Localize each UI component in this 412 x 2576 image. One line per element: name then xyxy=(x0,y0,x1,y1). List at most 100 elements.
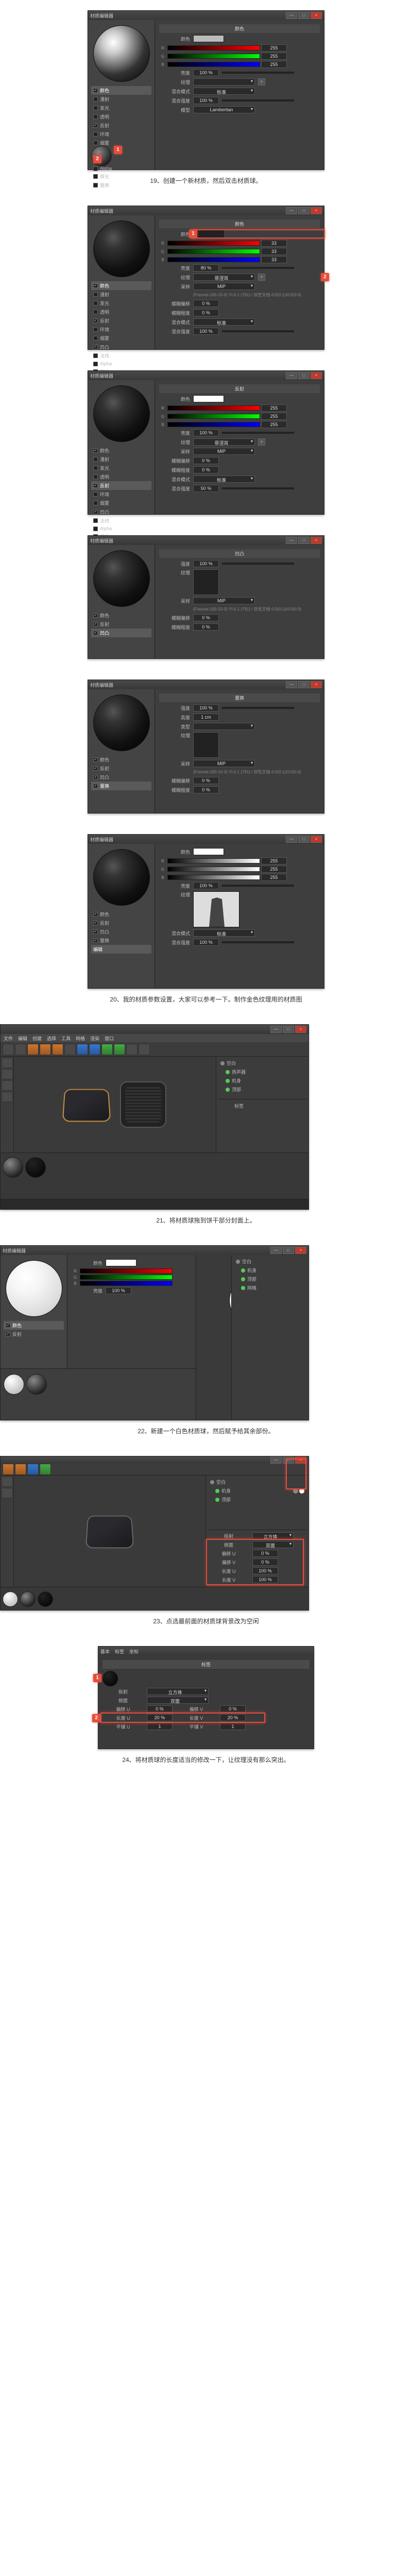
rgb-b-input[interactable]: 33 xyxy=(261,256,287,263)
mixstrength-slider[interactable] xyxy=(222,330,294,332)
hierarchy-null[interactable]: 空白 xyxy=(234,1257,306,1266)
strength-input[interactable]: 100 % xyxy=(193,560,219,567)
tool-spline-icon[interactable] xyxy=(101,1044,113,1055)
menu-render[interactable]: 渲染 xyxy=(90,1035,99,1041)
texture-browse-button[interactable]: > xyxy=(258,438,265,446)
channel-luminance[interactable]: 发光 xyxy=(91,464,151,472)
checkbox-icon[interactable] xyxy=(93,166,98,171)
channel-alpha[interactable]: Alpha xyxy=(91,525,151,532)
checkbox-icon[interactable] xyxy=(93,114,98,119)
color-swatch[interactable] xyxy=(106,1259,136,1266)
menu-mesh[interactable]: 网格 xyxy=(76,1035,85,1041)
rgb-r-slider[interactable] xyxy=(167,45,260,50)
checkbox-icon[interactable] xyxy=(93,501,98,505)
minimize-button[interactable]: — xyxy=(286,372,297,379)
channel-luminance[interactable]: 发光 xyxy=(91,299,151,308)
blurscale-input[interactable]: 0 % xyxy=(193,786,219,793)
close-button[interactable]: × xyxy=(311,537,322,544)
channel-fog[interactable]: 烟雾 xyxy=(91,334,151,343)
mixmode-dropdown[interactable]: 标准 xyxy=(193,318,255,326)
sampling-dropdown[interactable]: MIP xyxy=(193,760,255,767)
hierarchy-top[interactable]: 顶部 xyxy=(218,1085,306,1094)
tilev-input[interactable]: 1 xyxy=(220,1723,246,1730)
rgb-g-slider[interactable] xyxy=(167,54,260,59)
channel-normal[interactable]: 法线 xyxy=(91,351,151,360)
channel-color[interactable]: 颜色 xyxy=(91,281,151,290)
tool-axis-icon[interactable] xyxy=(64,1044,76,1055)
checkbox-icon[interactable] xyxy=(6,1332,10,1336)
viewport-3d[interactable] xyxy=(14,1476,205,1587)
type-dropdown[interactable] xyxy=(193,723,255,730)
channel-diffuse[interactable]: 漫射 xyxy=(91,95,151,104)
minimize-button[interactable]: — xyxy=(286,681,297,688)
mixstrength-slider[interactable] xyxy=(222,487,294,489)
brightness-input[interactable]: 100 % xyxy=(193,882,219,889)
hierarchy-top[interactable]: 顶部 xyxy=(208,1495,306,1504)
menu-window[interactable]: 窗口 xyxy=(105,1035,114,1041)
sampling-dropdown[interactable]: MIP xyxy=(193,448,255,455)
rgb-g-slider[interactable] xyxy=(167,867,260,872)
channel-glow[interactable]: 辉光 xyxy=(91,172,151,181)
checkbox-icon[interactable] xyxy=(93,757,98,762)
channel-diffuse[interactable]: 漫射 xyxy=(91,290,151,299)
checkbox-icon[interactable] xyxy=(93,174,98,179)
checkbox-icon[interactable] xyxy=(93,921,98,925)
mode-model-icon[interactable] xyxy=(2,1058,13,1068)
bluroffset-input[interactable]: 0 % xyxy=(193,777,219,784)
rgb-b-input[interactable]: 255 xyxy=(261,421,287,428)
channel-color[interactable]: 颜色 xyxy=(91,446,151,455)
rgb-r-input[interactable]: 255 xyxy=(261,857,287,865)
tool-spline-icon[interactable] xyxy=(40,1464,51,1475)
maximize-button[interactable]: □ xyxy=(298,207,310,214)
checkbox-icon[interactable] xyxy=(93,301,98,306)
maximize-button[interactable]: □ xyxy=(298,372,310,379)
tool-render-icon[interactable] xyxy=(27,1464,39,1475)
close-button[interactable]: × xyxy=(311,207,322,214)
checkbox-icon[interactable] xyxy=(93,310,98,314)
brightness-slider[interactable] xyxy=(222,72,294,74)
checkbox-icon[interactable] xyxy=(93,327,98,332)
tool-scale-icon[interactable] xyxy=(15,1464,26,1475)
hierarchy-body[interactable]: 机身 xyxy=(218,1076,306,1085)
menu-tools[interactable]: 工具 xyxy=(61,1035,71,1041)
minimize-button[interactable]: — xyxy=(270,1026,282,1033)
channel-reflection[interactable]: 反射 xyxy=(91,121,151,130)
channel-color[interactable]: 颜色 xyxy=(91,611,151,620)
menu-select[interactable]: 选择 xyxy=(47,1035,56,1041)
rgb-b-slider[interactable] xyxy=(167,875,260,880)
texture-browse-button[interactable]: > xyxy=(258,274,265,281)
checkbox-icon[interactable] xyxy=(93,518,98,523)
channel-displacement[interactable]: 置换 xyxy=(91,181,151,190)
checkbox-icon[interactable] xyxy=(93,483,98,488)
material-thumb[interactable] xyxy=(3,1157,23,1178)
channel-reflection[interactable]: 反射 xyxy=(91,764,151,773)
channel-bump[interactable]: 凹凸 xyxy=(91,507,151,516)
brightness-input[interactable]: 100 % xyxy=(193,429,219,436)
tool-move-icon[interactable] xyxy=(27,1044,39,1055)
maximize-button[interactable]: □ xyxy=(283,1026,294,1033)
rgb-g-input[interactable]: 255 xyxy=(261,413,287,420)
maximize-button[interactable]: □ xyxy=(298,537,310,544)
rgb-r-slider[interactable] xyxy=(167,858,260,863)
rgb-r-slider[interactable] xyxy=(167,241,260,246)
channel-color[interactable]: 颜色 xyxy=(91,755,151,764)
checkbox-icon[interactable] xyxy=(93,784,98,788)
minimize-button[interactable]: — xyxy=(286,207,297,214)
tool-render-icon[interactable] xyxy=(77,1044,88,1055)
brightness-slider[interactable] xyxy=(222,432,294,434)
checkbox-icon[interactable] xyxy=(93,510,98,514)
checkbox-icon[interactable] xyxy=(93,88,98,93)
checkbox-icon[interactable] xyxy=(93,362,98,366)
tool-cube-icon[interactable] xyxy=(89,1044,100,1055)
texture-dropdown[interactable] xyxy=(193,78,255,86)
height-input[interactable]: 1 cm xyxy=(193,714,219,721)
histogram-preview[interactable] xyxy=(193,891,239,927)
rgb-r-input[interactable]: 255 xyxy=(261,404,287,412)
tool-rotate-icon[interactable] xyxy=(52,1044,63,1055)
checkbox-icon[interactable] xyxy=(93,97,98,101)
checkbox-icon[interactable] xyxy=(93,527,98,531)
strength-slider[interactable] xyxy=(222,563,294,565)
checkbox-icon[interactable] xyxy=(6,1323,10,1328)
channel-environment[interactable]: 环境 xyxy=(91,130,151,139)
brightness-slider[interactable] xyxy=(222,267,294,269)
